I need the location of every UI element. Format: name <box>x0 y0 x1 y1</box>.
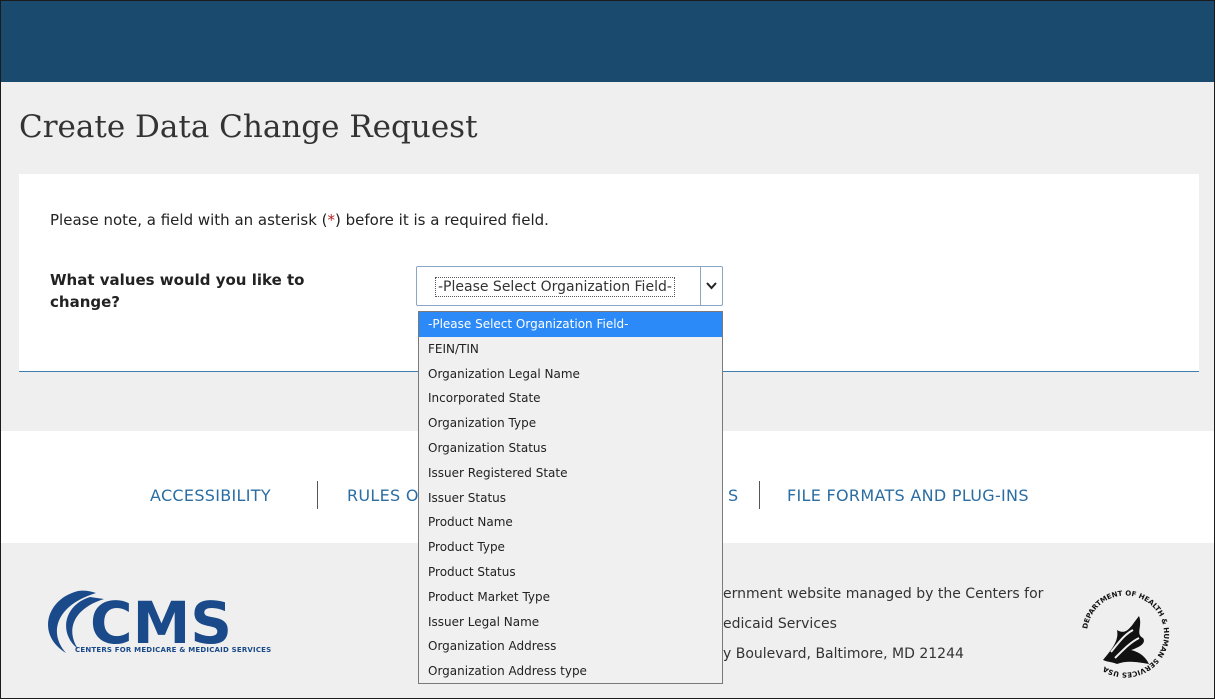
dropdown-option[interactable]: Product Name <box>419 510 722 535</box>
select-current-value: -Please Select Organization Field- <box>435 277 675 297</box>
browser-page: Create Data Change Request Please note, … <box>0 0 1215 699</box>
rules-link[interactable]: RULES O <box>347 486 419 505</box>
link-separator <box>317 481 318 509</box>
values-question-label: What values would you like to change? <box>50 271 305 311</box>
asterisk-marker: * <box>327 211 336 229</box>
dropdown-option[interactable]: Organization Address <box>419 634 722 659</box>
dropdown-option[interactable]: FEIN/TIN <box>419 337 722 362</box>
footer-text-line-2: edicaid Services <box>723 616 837 632</box>
dropdown-option[interactable]: Issuer Status <box>419 486 722 511</box>
dropdown-option[interactable]: Product Market Type <box>419 585 722 610</box>
footer-text-line-3: y Boulevard, Baltimore, MD 21244 <box>723 646 964 662</box>
required-note: Please note, a field with an asterisk (*… <box>50 211 549 229</box>
accessibility-link[interactable]: ACCESSIBILITY <box>150 486 271 505</box>
dropdown-option[interactable]: Product Type <box>419 535 722 560</box>
chevron-down-icon[interactable] <box>700 267 722 305</box>
dropdown-option[interactable]: Issuer Registered State <box>419 461 722 486</box>
note-text-before: Please note, a field with an asterisk ( <box>50 211 328 229</box>
note-text-after: ) before it is a required field. <box>335 211 549 229</box>
dropdown-option[interactable]: Product Status <box>419 560 722 585</box>
link-separator <box>759 481 760 509</box>
organization-field-select[interactable]: -Please Select Organization Field- <box>416 266 723 306</box>
policies-link[interactable]: S <box>728 486 738 505</box>
top-header-bar <box>1 1 1214 82</box>
dropdown-option[interactable]: Organization Type <box>419 411 722 436</box>
dropdown-option[interactable]: Organization Address type <box>419 659 722 684</box>
organization-field-dropdown-list: -Please Select Organization Field- FEIN/T… <box>418 311 723 684</box>
page-title: Create Data Change Request <box>19 109 478 145</box>
cms-logo-subtitle: CENTERS FOR MEDICARE & MEDICAID SERVICES <box>75 646 272 654</box>
dropdown-option[interactable]: Organization Legal Name <box>419 362 722 387</box>
footer-text-line-1: ernment website managed by the Centers f… <box>723 586 1044 602</box>
file-formats-link[interactable]: FILE FORMATS AND PLUG-INS <box>787 486 1029 505</box>
dropdown-option[interactable]: Incorporated State <box>419 386 722 411</box>
dropdown-option[interactable]: Organization Status <box>419 436 722 461</box>
dropdown-option[interactable]: -Please Select Organization Field- <box>419 312 722 337</box>
hhs-seal-icon[interactable]: DEPARTMENT OF HEALTH & HUMAN SERVICES US… <box>1073 578 1178 683</box>
dropdown-option[interactable]: Issuer Legal Name <box>419 610 722 635</box>
